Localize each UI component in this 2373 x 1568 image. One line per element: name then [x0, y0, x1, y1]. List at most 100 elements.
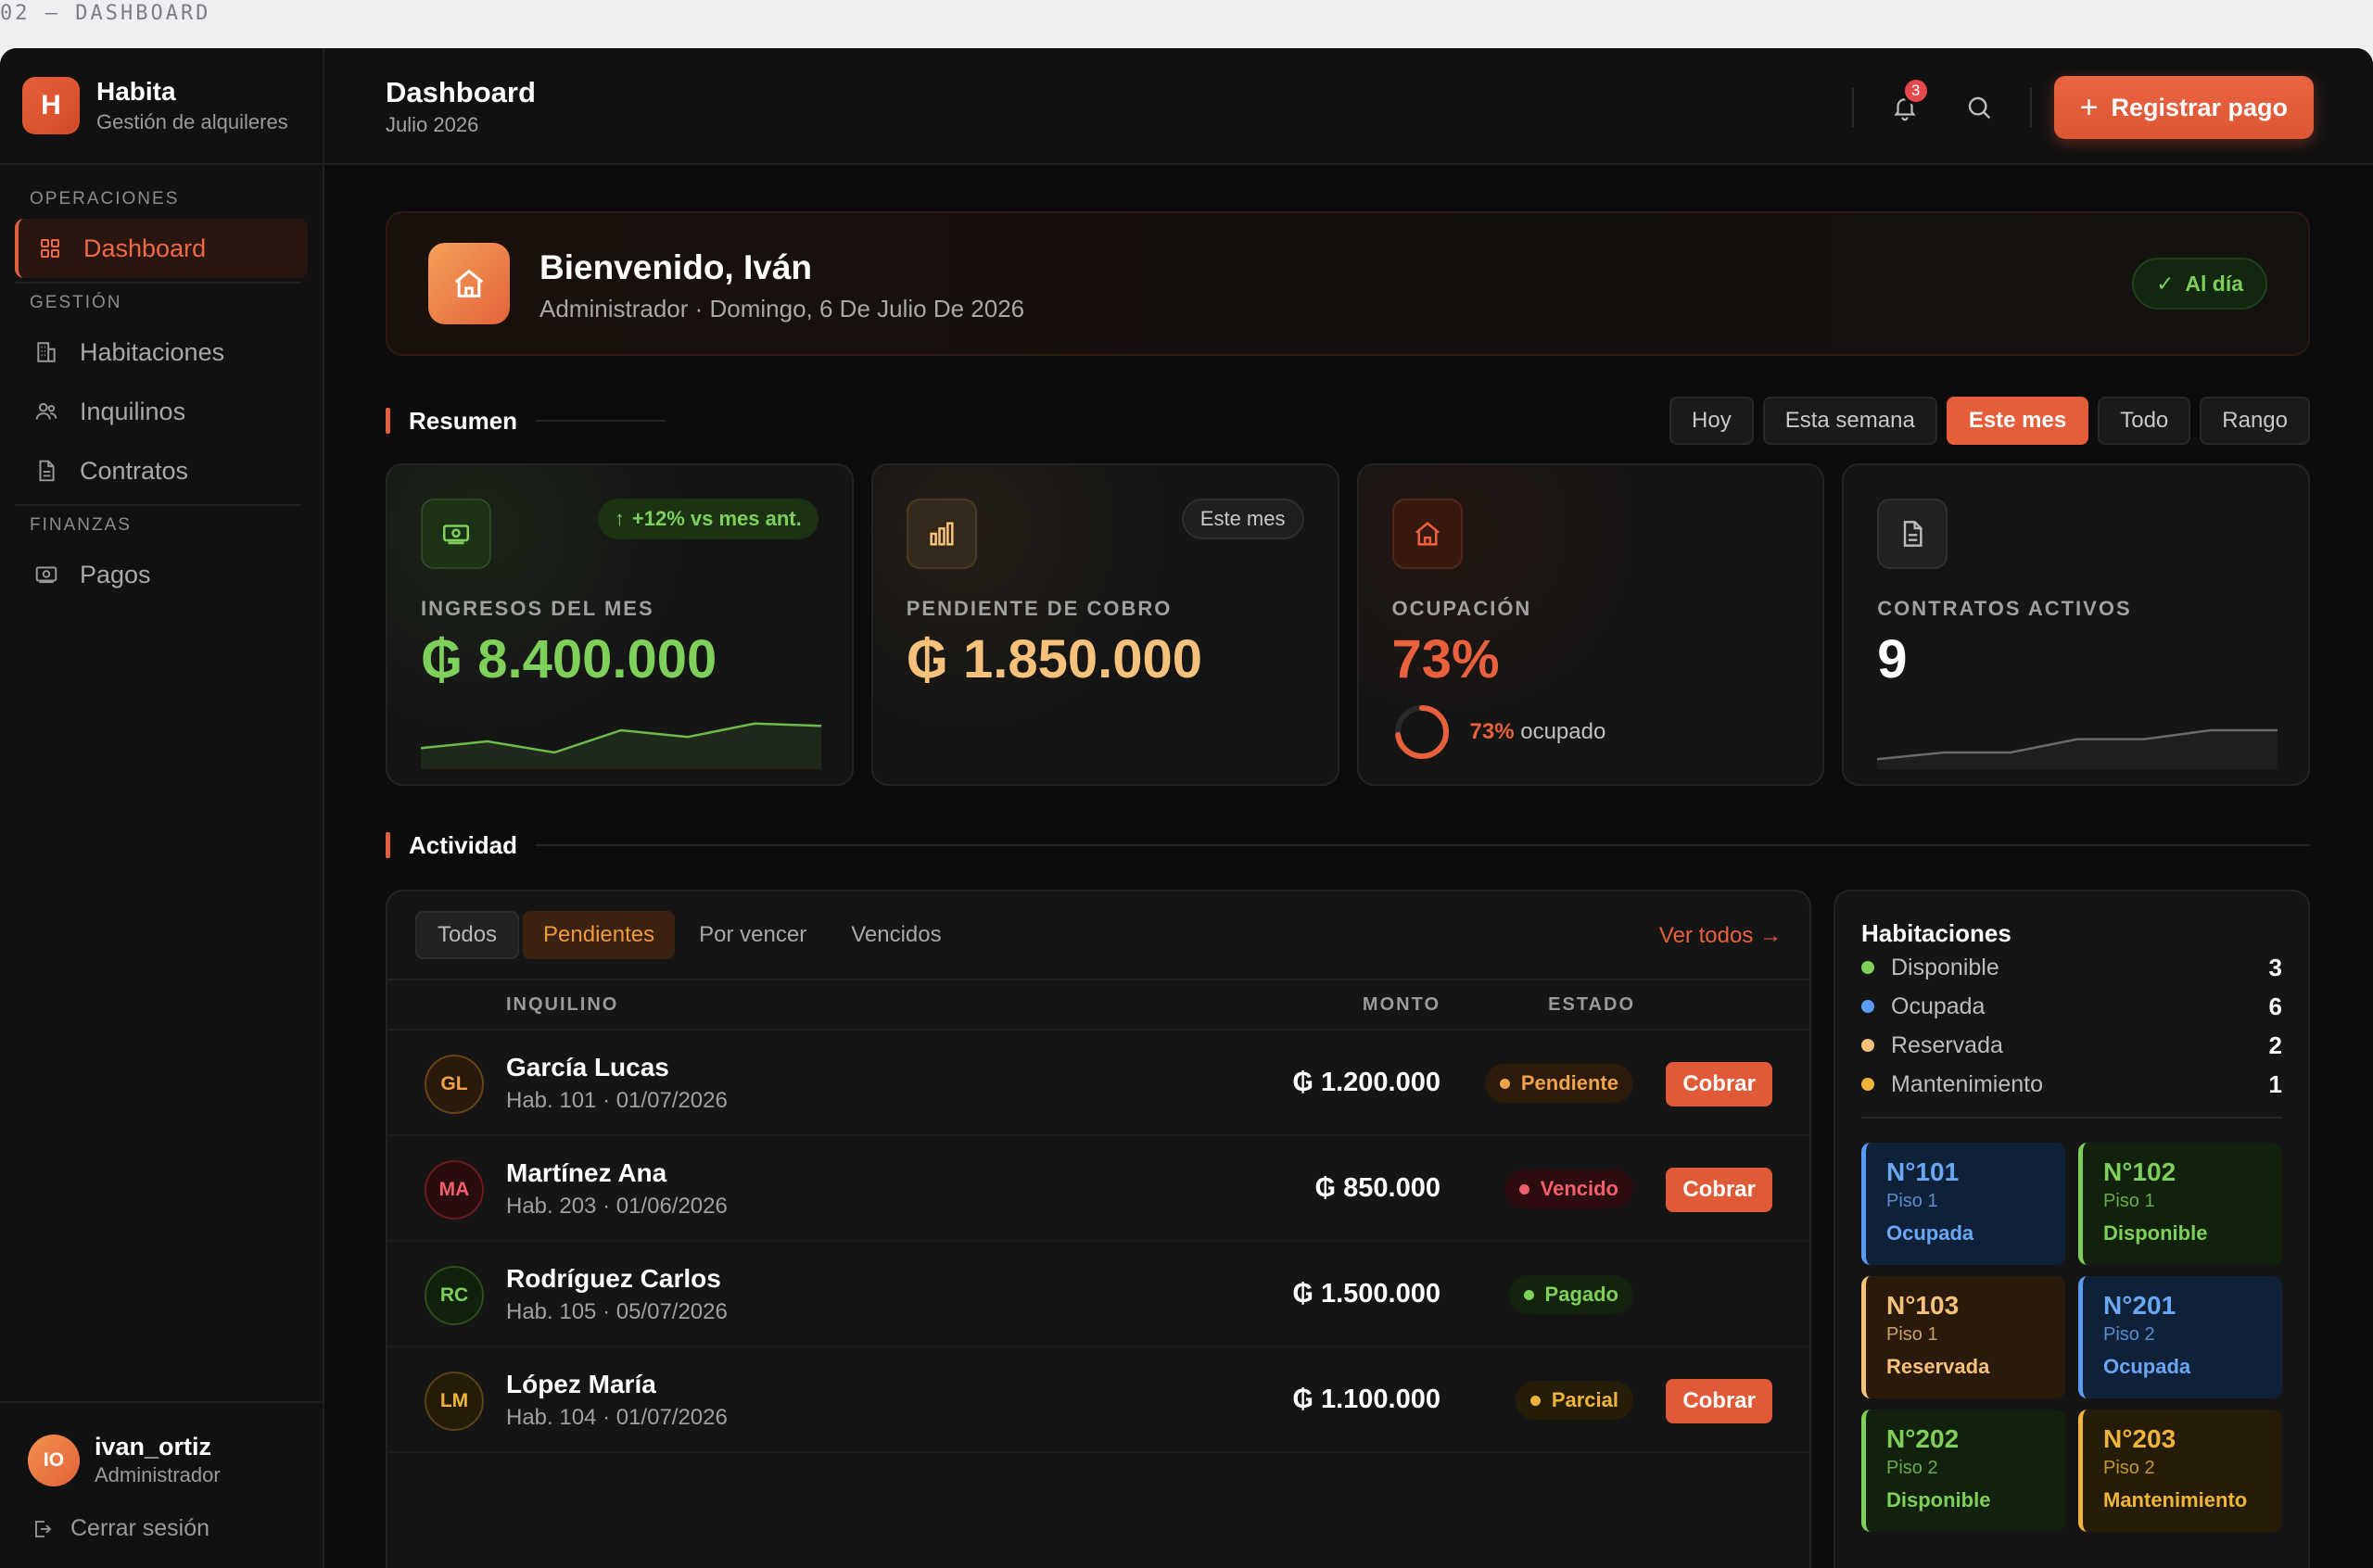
cobrar-button[interactable]: Cobrar [1666, 1062, 1772, 1106]
nav-section-gestion: Gestión [30, 293, 122, 312]
section-divider [536, 844, 2310, 846]
home-icon [428, 243, 510, 324]
logout-label: Cerrar sesión [70, 1515, 210, 1541]
welcome-subtitle: Administrador · Domingo, 6 De Julio De 2… [539, 295, 1025, 322]
status-dot [1529, 1395, 1541, 1406]
header-divider [1851, 88, 1854, 127]
table-header: INQUILINO MONTO ESTADO [387, 980, 1809, 1031]
section-title-actividad: Actividad [409, 830, 518, 859]
room-tile-103[interactable]: N°103 Piso 1 Reservada [1861, 1276, 2065, 1398]
rooms-divider [1861, 1117, 2282, 1119]
register-payment-button[interactable]: + Registrar pago [2053, 76, 2314, 139]
logout-button[interactable]: Cerrar sesión [0, 1515, 323, 1542]
room-tile-203[interactable]: N°203 Piso 2 Mantenimiento [2078, 1410, 2282, 1532]
status-label: Al día [2185, 271, 2243, 296]
rooms-card: Habitaciones Disponible 3 Ocupada 6 Rese… [1834, 890, 2310, 1568]
table-row[interactable]: RC Rodríguez Carlos Hab. 105 · 05/07/202… [387, 1242, 1809, 1347]
table-row[interactable]: MA Martínez Ana Hab. 203 · 01/06/2026 ₲ … [387, 1136, 1809, 1242]
notifications-button[interactable]: 3 [1882, 77, 1930, 131]
sidebar-item-pagos[interactable]: Pagos [15, 545, 308, 604]
kpi-cards: ↑ +12% vs mes ant. Ingresos del mes ₲ 8.… [386, 463, 2310, 786]
legend-dot [1861, 961, 1874, 974]
sidebar-item-contratos[interactable]: Contratos [15, 441, 308, 500]
kpi-card-contratos: Contratos activos 9 [1842, 463, 2310, 786]
see-all-link[interactable]: Ver todos → [1659, 923, 1782, 949]
user-profile[interactable]: IO ivan_ortiz Administrador [0, 1403, 323, 1487]
kpi-label: Pendiente de cobro [906, 597, 1173, 620]
tab-pendientes[interactable]: Pendientes [523, 911, 676, 959]
room-tile-101[interactable]: N°101 Piso 1 Ocupada [1861, 1143, 2065, 1265]
sidebar-item-inquilinos[interactable]: Inquilinos [15, 382, 308, 441]
page-title: Dashboard [386, 76, 536, 108]
cash-icon [33, 562, 59, 588]
sidebar-item-habitaciones[interactable]: Habitaciones [15, 322, 308, 382]
search-button[interactable] [1956, 84, 2002, 131]
tab-todos[interactable]: Todos [415, 911, 520, 959]
filter-hoy[interactable]: Hoy [1669, 397, 1754, 445]
room-status: Disponible [1886, 1488, 1991, 1511]
status-label: Pagado [1544, 1283, 1618, 1306]
cobrar-button[interactable]: Cobrar [1666, 1379, 1772, 1423]
building-icon [33, 339, 59, 365]
notification-count: 3 [1901, 77, 1930, 105]
occupancy-ring [1394, 705, 1449, 759]
column-header-tenant: INQUILINO [506, 993, 619, 1015]
room-tile-202[interactable]: N°202 Piso 2 Disponible [1861, 1410, 2065, 1532]
grid-icon [37, 235, 63, 261]
main-content: Dashboard Julio 2026 3 + Registrar pago [324, 48, 2373, 1568]
tab-por-vencer[interactable]: Por vencer [679, 911, 827, 959]
logout-icon [35, 1520, 52, 1537]
tenant-meta: Hab. 101 · 01/07/2026 [506, 1088, 728, 1113]
tab-vencidos[interactable]: Vencidos [831, 911, 961, 959]
avatar: GL [425, 1055, 484, 1114]
legend-item-disponible: Disponible 3 [1861, 948, 2282, 987]
filter-rango[interactable]: Rango [2200, 397, 2310, 445]
status-dot [1523, 1289, 1534, 1300]
kpi-period-badge: Este mes [1181, 499, 1304, 539]
sidebar-item-label: Inquilinos [80, 397, 186, 425]
filter-este-mes[interactable]: Este mes [1946, 397, 2089, 445]
legend-dot [1861, 1039, 1874, 1052]
table-row[interactable]: GL García Lucas Hab. 101 · 01/07/2026 ₲ … [387, 1031, 1809, 1136]
room-tile-102[interactable]: N°102 Piso 1 Disponible [2078, 1143, 2282, 1265]
top-bar: Dashboard Julio 2026 3 + Registrar pago [324, 48, 2373, 165]
header-divider [2029, 88, 2032, 127]
room-floor: Piso 1 [2103, 1191, 2155, 1211]
room-status: Reservada [1886, 1355, 1990, 1378]
legend-dot [1861, 1078, 1874, 1091]
legend-dot [1861, 1000, 1874, 1013]
filter-todo[interactable]: Todo [2098, 397, 2191, 445]
kpi-trend-text: +12% vs mes ant. [631, 507, 802, 530]
brand-subtitle: Gestión de alquileres [96, 110, 288, 133]
legend-label: Mantenimiento [1891, 1070, 2043, 1097]
file-icon [1877, 499, 1948, 569]
avatar: LM [425, 1372, 484, 1431]
room-tile-201[interactable]: N°201 Piso 2 Ocupada [2078, 1276, 2282, 1398]
app-window: H Habita Gestión de alquileres Operacion… [0, 48, 2373, 1568]
tenant-meta: Hab. 104 · 01/07/2026 [506, 1405, 728, 1430]
occupancy-label: ocupado [1520, 719, 1606, 744]
sidebar: H Habita Gestión de alquileres Operacion… [0, 48, 324, 1568]
table-row[interactable]: LM López María Hab. 104 · 01/07/2026 ₲ 1… [387, 1347, 1809, 1453]
filter-esta-semana[interactable]: Esta semana [1762, 397, 1937, 445]
rooms-grid: N°101 Piso 1 Ocupada N°102 Piso 1 Dispon… [1861, 1143, 2282, 1543]
room-floor: Piso 2 [2103, 1324, 2155, 1345]
kpi-label: Contratos activos [1877, 597, 2132, 620]
users-icon [33, 398, 59, 424]
room-number: N°103 [1886, 1291, 1960, 1320]
user-name: ivan_ortiz [95, 1433, 212, 1461]
tenant-name: López María [506, 1370, 656, 1398]
room-floor: Piso 2 [1886, 1458, 1938, 1478]
status-badge: Pendiente [1484, 1064, 1633, 1103]
activity-card: Todos Pendientes Por vencer Vencidos Ver… [386, 890, 1811, 1568]
cobrar-button[interactable]: Cobrar [1666, 1168, 1772, 1212]
search-icon [1968, 96, 1990, 120]
sidebar-item-dashboard[interactable]: Dashboard [15, 219, 308, 278]
legend-item-mantenimiento: Mantenimiento 1 [1861, 1065, 2282, 1104]
room-floor: Piso 1 [1886, 1191, 1938, 1211]
occupancy-indicator: 73% ocupado [1392, 702, 1606, 762]
document-label: 02 — DASHBOARD [0, 2, 211, 25]
status-label: Parcial [1551, 1388, 1618, 1411]
kpi-value: ₲ 8.400.000 [421, 629, 717, 689]
resumen-header: Resumen Hoy Esta semana Este mes Todo Ra… [386, 397, 2310, 445]
